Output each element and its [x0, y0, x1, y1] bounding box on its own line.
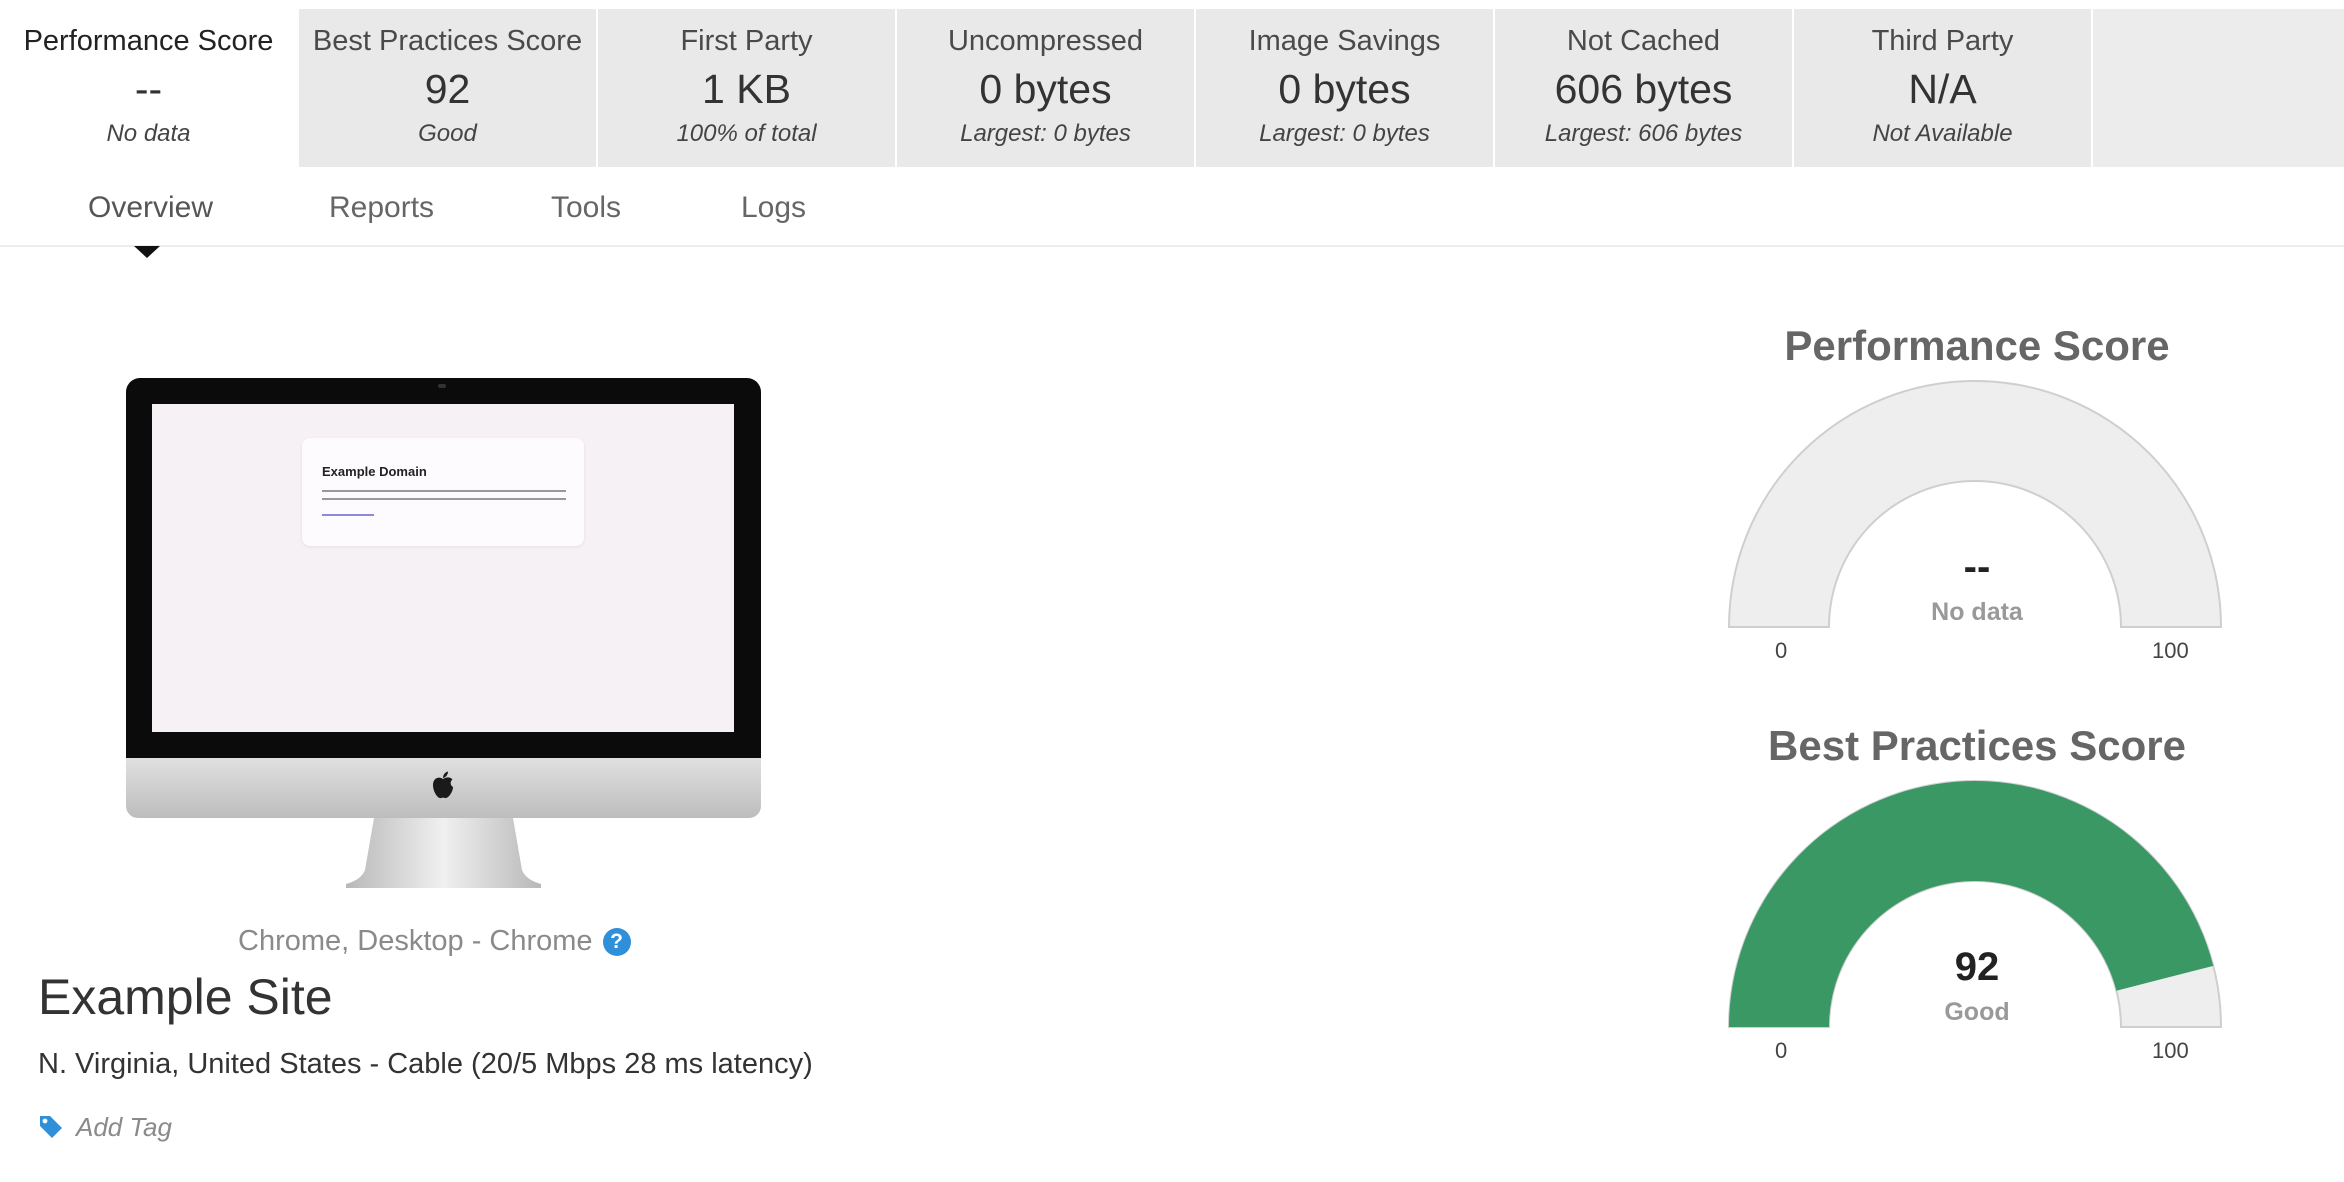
metric-value: 92: [424, 66, 471, 112]
metric-value: 0 bytes: [1278, 66, 1411, 112]
metric-performance-score[interactable]: Performance Score -- No data: [0, 9, 299, 167]
tab-logs[interactable]: Logs: [741, 191, 806, 225]
browser-info: Chrome, Desktop - Chrome?: [238, 925, 631, 958]
metric-value: 606 bytes: [1554, 66, 1733, 112]
best-practices-gauge-max: 100: [2152, 1038, 2189, 1063]
best-practices-gauge-title: Best Practices Score: [1768, 722, 2186, 769]
metric-image-savings[interactable]: Image Savings 0 bytes Largest: 0 bytes: [1196, 9, 1495, 167]
best-practices-gauge-value: 92: [1954, 945, 2000, 989]
best-practices-gauge-note: Good: [1944, 998, 2010, 1026]
add-tag-label: Add Tag: [76, 1112, 172, 1142]
metric-label: Third Party: [1871, 25, 2014, 57]
camera-dot: [438, 384, 446, 388]
performance-gauge-value: --: [1963, 545, 1991, 589]
performance-gauge-track: [1727, 380, 2223, 628]
metric-label: Performance Score: [23, 25, 274, 57]
page-title: Example Domain: [322, 464, 427, 479]
metric-value: 1 KB: [702, 66, 791, 112]
metric-best-practices-score[interactable]: Best Practices Score 92 Good: [299, 9, 598, 167]
metric-label: Image Savings: [1248, 25, 1441, 57]
monitor-bezel: Example Domain: [126, 378, 761, 758]
add-tag-button[interactable]: Add Tag: [38, 1112, 172, 1143]
test-location: N. Virginia, United States - Cable (20/5…: [38, 1048, 813, 1080]
tab-bar: Overview Reports Tools Logs: [0, 167, 2344, 247]
text-line: [322, 490, 566, 492]
tab-overview[interactable]: Overview: [88, 191, 213, 225]
metric-label: Uncompressed: [947, 25, 1144, 57]
page-content-card: Example Domain: [302, 438, 584, 546]
metric-subtext: Good: [418, 120, 477, 147]
apple-logo-icon: [433, 771, 453, 799]
active-tab-indicator: [134, 246, 160, 258]
metric-value: --: [134, 66, 163, 112]
metric-label: Best Practices Score: [312, 25, 583, 57]
tag-icon: [40, 1116, 62, 1138]
metric-label: Not Cached: [1566, 25, 1721, 57]
metric-subtext: Largest: 606 bytes: [1544, 120, 1743, 147]
page-screenshot: Example Domain: [152, 404, 734, 732]
metric-subtext: No data: [106, 120, 191, 147]
tab-reports[interactable]: Reports: [329, 191, 434, 225]
metric-label: First Party: [680, 25, 813, 57]
metric-subtext: Largest: 0 bytes: [960, 120, 1131, 147]
performance-gauge-min: 0: [1775, 638, 1788, 663]
monitor-stand: [346, 818, 541, 888]
metric-subtext: 100% of total: [676, 120, 817, 147]
help-circle-icon[interactable]: ?: [602, 928, 631, 956]
metrics-bar: Performance Score -- No data Best Practi…: [0, 9, 2344, 167]
metric-not-cached[interactable]: Not Cached 606 bytes Largest: 606 bytes: [1495, 9, 1794, 167]
text-line: [322, 498, 566, 500]
page-link: [322, 514, 374, 516]
metric-uncompressed[interactable]: Uncompressed 0 bytes Largest: 0 bytes: [897, 9, 1196, 167]
site-name: Example Site: [38, 969, 333, 1025]
performance-gauge-note: No data: [1931, 598, 2023, 626]
best-practices-gauge-min: 0: [1775, 1038, 1788, 1063]
metric-third-party[interactable]: Third Party N/A Not Available: [1794, 9, 2093, 167]
metric-first-party[interactable]: First Party 1 KB 100% of total: [598, 9, 897, 167]
browser-label: Chrome, Desktop - Chrome: [238, 925, 593, 957]
performance-score-gauge: [1727, 380, 2223, 628]
desktop-screenshot[interactable]: Example Domain: [126, 378, 761, 888]
metric-value: 0 bytes: [979, 66, 1112, 112]
best-practices-score-gauge: [1727, 780, 2223, 1028]
metric-value: N/A: [1908, 66, 1977, 112]
performance-gauge-max: 100: [2152, 638, 2189, 663]
performance-gauge-title: Performance Score: [1784, 322, 2170, 369]
metric-subtext: Not Available: [1872, 120, 2013, 147]
tab-tools[interactable]: Tools: [551, 191, 621, 225]
metric-subtext: Largest: 0 bytes: [1259, 120, 1430, 147]
